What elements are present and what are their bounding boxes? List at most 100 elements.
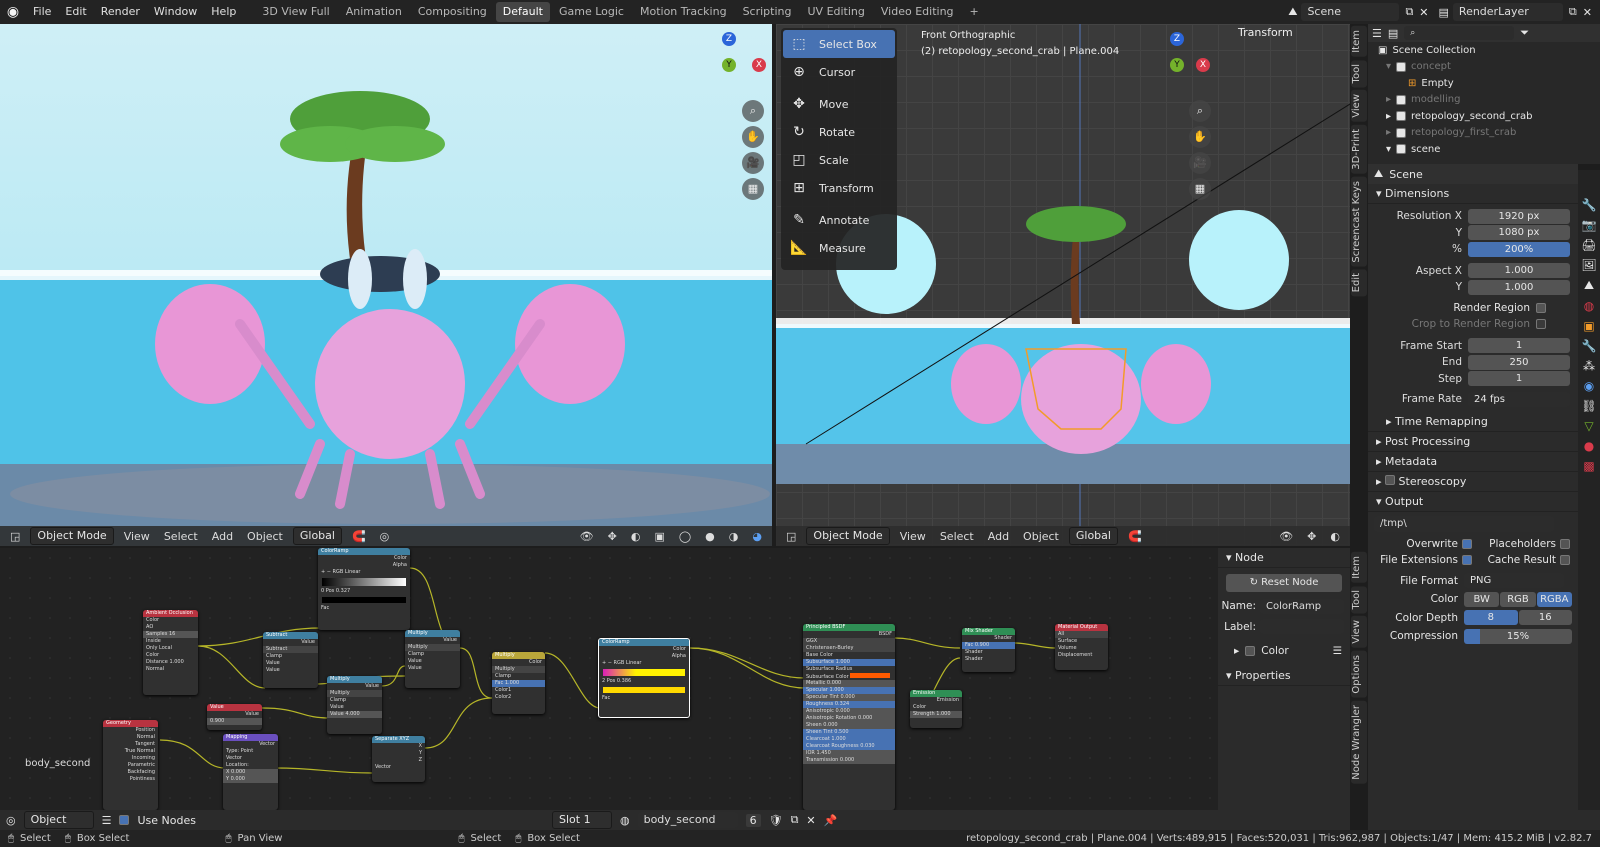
- display-mode-icon[interactable]: ▤: [1388, 27, 1398, 40]
- section-metadata[interactable]: ▸ Metadata: [1368, 452, 1578, 472]
- grid-icon[interactable]: ▦: [742, 178, 764, 200]
- section-node[interactable]: ▾ Node: [1218, 548, 1350, 568]
- add-workspace-icon[interactable]: +: [963, 2, 986, 22]
- outliner-item-modelling[interactable]: ▸ modelling: [1378, 92, 1600, 109]
- color-rgb-button[interactable]: RGB: [1500, 591, 1536, 607]
- outliner-search-input[interactable]: ⌕: [1404, 26, 1515, 40]
- aspect-x-field[interactable]: 1.000: [1468, 263, 1570, 279]
- gizmo-x-label[interactable]: X: [1196, 58, 1210, 72]
- tab-edit[interactable]: Edit: [1351, 269, 1367, 297]
- editor-type-icon[interactable]: ◲: [6, 530, 24, 543]
- resolution-y-field[interactable]: 1080 px: [1468, 225, 1570, 241]
- copy-scene-icon[interactable]: ⧉: [1405, 5, 1413, 19]
- tab-item[interactable]: Item: [1351, 552, 1367, 583]
- camera-icon[interactable]: 🎥: [742, 152, 764, 174]
- file-format-select[interactable]: PNG: [1464, 573, 1564, 589]
- node-material-output[interactable]: Material Output All Surface Volume Displacem…: [1055, 624, 1108, 670]
- section-output[interactable]: ▾ Output: [1368, 492, 1578, 512]
- file-ext-checkbox[interactable]: [1462, 555, 1472, 566]
- tool-rotate[interactable]: ↻ Rotate: [783, 118, 895, 146]
- frame-start-field[interactable]: 1: [1468, 338, 1570, 354]
- tab-default[interactable]: Default: [495, 2, 550, 22]
- depth-16-button[interactable]: 16: [1518, 610, 1572, 626]
- tab-game-logic[interactable]: Game Logic: [552, 2, 631, 22]
- node-colorramp-1[interactable]: ColorRamp Color Alpha + − RGB Linear 0 Pos 0…: [318, 548, 410, 630]
- color-subpanel[interactable]: ▸ Color ☰: [1218, 643, 1350, 660]
- viewport-rendered[interactable]: Z Y X ⌕ ✋ 🎥 ▦ ◲ Object Mode View Select …: [0, 24, 772, 546]
- copy-layer-icon[interactable]: ⧉: [1569, 5, 1577, 19]
- shading-wire-icon[interactable]: ◯: [675, 530, 695, 543]
- texture-icon[interactable]: ▩: [1583, 459, 1594, 473]
- pan-hand-icon[interactable]: ✋: [742, 126, 764, 148]
- gizmo-toggle-icon[interactable]: ✥: [604, 530, 621, 543]
- menu-file[interactable]: File: [26, 0, 58, 24]
- tab-compositing[interactable]: Compositing: [411, 2, 494, 22]
- menu-view[interactable]: View: [120, 530, 154, 543]
- section-dimensions[interactable]: ▾ Dimensions: [1368, 184, 1578, 204]
- color-checkbox[interactable]: [1245, 646, 1256, 657]
- tab-3d-print[interactable]: 3D-Print: [1351, 124, 1367, 174]
- orientation-select[interactable]: Global: [1068, 527, 1118, 545]
- material-icon[interactable]: ◍: [620, 814, 630, 827]
- node-multiply-mix[interactable]: Multiply Color Multiply Clamp Fac 1.000 Color…: [492, 652, 545, 714]
- node-principled-bsdf[interactable]: Principled BSDF BSDF GGX Christensen-Burley…: [803, 624, 895, 810]
- node-editor[interactable]: Ambient Occlusion Color AO Samples 16 Inside…: [0, 548, 1218, 810]
- transform-panel-label[interactable]: Transform: [1224, 26, 1293, 39]
- tab-video-editing[interactable]: Video Editing: [874, 2, 961, 22]
- tab-item[interactable]: Item: [1351, 26, 1367, 57]
- resolution-percent-field[interactable]: 200%: [1468, 241, 1570, 257]
- material-field[interactable]: body_second: [637, 812, 738, 828]
- close-layer-icon[interactable]: ✕: [1583, 6, 1592, 19]
- viewport-front-ortho[interactable]: Front Orthographic (2) retopology_second…: [776, 24, 1350, 546]
- data-icon[interactable]: ▽: [1584, 419, 1593, 433]
- node-geometry[interactable]: Geometry Position Normal Tangent True Normal…: [103, 720, 158, 810]
- node-emission[interactable]: Emission Emission Color Strength 1.000: [910, 690, 962, 728]
- aspect-y-field[interactable]: 1.000: [1468, 279, 1570, 295]
- tab-view[interactable]: View: [1351, 616, 1367, 648]
- section-properties[interactable]: ▾ Properties: [1218, 666, 1350, 686]
- scene-props-icon[interactable]: ⛰: [1584, 278, 1594, 293]
- render-layer-icon[interactable]: ▤: [1439, 6, 1449, 19]
- reset-node-button[interactable]: ↻ Reset Node: [1226, 574, 1342, 592]
- tab-view[interactable]: View: [1351, 90, 1367, 122]
- tab-screencast-keys[interactable]: Screencast Keys: [1351, 176, 1367, 267]
- world-icon[interactable]: ◍: [1584, 299, 1594, 313]
- render-layer-field[interactable]: RenderLayer: [1452, 3, 1563, 21]
- xray-icon[interactable]: ▣: [650, 530, 668, 543]
- menu-add[interactable]: Add: [208, 530, 237, 543]
- crop-checkbox[interactable]: [1536, 319, 1546, 330]
- list-icon[interactable]: ☰: [1333, 645, 1342, 657]
- tab-3d-view-full[interactable]: 3D View Full: [255, 2, 336, 22]
- cache-checkbox[interactable]: [1560, 555, 1570, 566]
- menu-window[interactable]: Window: [147, 0, 204, 24]
- tool-icon[interactable]: 🔧: [1582, 198, 1597, 212]
- section-time-remapping[interactable]: ▸ Time Remapping: [1368, 412, 1578, 432]
- menu-select[interactable]: Select: [936, 530, 978, 543]
- close-material-icon[interactable]: ✕: [806, 814, 815, 827]
- frame-end-field[interactable]: 250: [1468, 354, 1570, 370]
- close-scene-icon[interactable]: ✕: [1419, 6, 1428, 19]
- copy-material-icon[interactable]: ⧉: [791, 813, 799, 827]
- compression-slider[interactable]: 15%: [1464, 628, 1572, 644]
- stereoscopy-checkbox[interactable]: [1385, 474, 1396, 485]
- pan-hand-icon[interactable]: ✋: [1189, 126, 1211, 148]
- menu-render[interactable]: Render: [94, 0, 147, 24]
- menu-help[interactable]: Help: [204, 0, 243, 24]
- orientation-select[interactable]: Global: [292, 527, 342, 545]
- overwrite-checkbox[interactable]: [1462, 538, 1472, 549]
- tool-select-box[interactable]: ⬚ Select Box: [783, 30, 895, 58]
- gizmo-toggle-icon[interactable]: ✥: [1303, 530, 1320, 543]
- grid-icon[interactable]: ▦: [1189, 178, 1211, 200]
- node-value[interactable]: Value Value 0.900: [207, 704, 262, 730]
- checkbox[interactable]: [1396, 61, 1407, 72]
- object-icon[interactable]: ▣: [1583, 319, 1594, 333]
- tool-move[interactable]: ✥ Move: [783, 90, 895, 118]
- editor-type-icon[interactable]: ☰: [1372, 27, 1382, 40]
- color-bw-button[interactable]: BW: [1464, 591, 1500, 607]
- menu-view[interactable]: View: [896, 530, 930, 543]
- mode-select[interactable]: Object Mode: [30, 527, 114, 545]
- visibility-icon[interactable]: 👁: [576, 530, 598, 543]
- tool-cursor[interactable]: ⊕ Cursor: [783, 58, 895, 86]
- constraints-icon[interactable]: ⛓: [1581, 399, 1596, 413]
- tool-measure[interactable]: 📐 Measure: [783, 234, 895, 262]
